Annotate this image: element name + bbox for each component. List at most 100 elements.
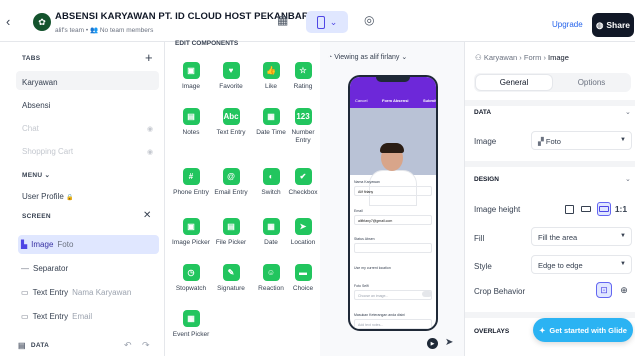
chevron-down-icon[interactable]: ⌄ xyxy=(625,175,631,183)
component-rating[interactable]: ☆ Rating xyxy=(283,62,323,91)
panel-tabs: General Options xyxy=(474,73,631,92)
height-wide-option[interactable] xyxy=(579,202,593,216)
crop-center-option[interactable]: ⊕ xyxy=(616,282,632,298)
phone-field-input[interactable]: Alif firlany xyxy=(354,186,432,196)
fill-label: Fill xyxy=(474,234,485,243)
phone-notch xyxy=(376,77,410,82)
phone-field-input[interactable]: Add text notes... xyxy=(354,319,432,329)
upgrade-link[interactable]: Upgrade xyxy=(552,20,583,29)
component-number-entry[interactable]: 123 Number Entry xyxy=(283,108,323,145)
component-signature[interactable]: ✎ Signature xyxy=(211,264,251,293)
ratio-option[interactable]: 1:1 xyxy=(614,202,628,216)
phone-title: Form Absensi xyxy=(382,98,409,103)
component-favorite[interactable]: ♥ Favorite xyxy=(211,62,251,91)
sparkle-icon: ✦ xyxy=(539,325,546,335)
redo-icon[interactable]: ↷ xyxy=(142,340,150,351)
left-sidebar: TABS + Karyawan Absensi Chat ◉ Shopping … xyxy=(0,42,165,356)
component-event-picker[interactable]: ▦ Event Picker xyxy=(171,310,211,339)
text-entry-icon: ▭ xyxy=(21,312,29,321)
component-label: Location xyxy=(290,239,316,246)
settings-icon[interactable]: ◎ xyxy=(364,13,374,27)
chevron-down-icon: ▼ xyxy=(620,261,626,267)
style-select[interactable]: Edge to edge ▼ xyxy=(531,255,632,274)
tab-item-chat[interactable]: Chat xyxy=(22,124,39,133)
phone-submit[interactable]: Submit xyxy=(423,98,436,103)
menu-item-user-profile[interactable]: User Profile 🔒 xyxy=(22,192,74,201)
crosshair-icon: ⊕ xyxy=(620,284,628,295)
checkbox-icon: ✔ xyxy=(294,168,312,185)
play-icon[interactable]: ▶ xyxy=(427,338,438,349)
close-icon[interactable]: ✕ xyxy=(143,210,151,221)
phone-preview[interactable]: Cancel Form Absensi Submit Nama Karyawan… xyxy=(348,75,438,331)
profile-photo[interactable] xyxy=(350,108,436,206)
share-button[interactable]: ◍ Share xyxy=(592,13,634,37)
phone-cancel[interactable]: Cancel xyxy=(355,98,367,103)
favorite-icon: ♥ xyxy=(222,62,240,79)
height-wide-selected-option[interactable] xyxy=(596,202,611,216)
component-phone-entry[interactable]: # Phone Entry xyxy=(171,168,211,197)
component-file-picker[interactable]: ▤ File Picker xyxy=(211,218,251,247)
component-choice[interactable]: ▬ Choice xyxy=(283,264,323,293)
height-square-option[interactable] xyxy=(562,202,576,216)
viewing-as-dropdown[interactable]: ◔ Viewing as alif firlany ⌄ xyxy=(328,53,407,61)
add-tab-plus-icon[interactable]: + xyxy=(145,50,153,65)
location-switch[interactable] xyxy=(422,291,432,297)
phone-field-label: Foto Selfi xyxy=(354,284,369,288)
screen-item-image[interactable]: ▙ Image Foto xyxy=(18,235,159,254)
notes-icon: ▤ xyxy=(182,108,200,125)
phone-field-label: Nama Karyawan xyxy=(354,180,380,184)
hidden-eye-icon[interactable]: ◉ xyxy=(147,148,153,156)
tab-item-karyawan[interactable]: Karyawan xyxy=(22,78,58,87)
preview-canvas: ◔ Viewing as alif firlany ⌄ Cancel Form … xyxy=(320,42,465,356)
component-label: Checkbox xyxy=(288,189,318,196)
components-heading: EDIT COMPONENTS xyxy=(175,40,239,47)
tab-general[interactable]: General xyxy=(476,75,552,90)
component-label: Favorite xyxy=(219,83,243,90)
team-members-icon: 👥 xyxy=(89,27,99,34)
component-email-entry[interactable]: @ Email Entry xyxy=(211,168,251,197)
data-grid-icon[interactable]: ▦ xyxy=(277,13,288,27)
chevron-down-icon[interactable]: ⌄ xyxy=(625,108,631,116)
component-label: Image xyxy=(181,83,201,90)
screen-item-text-entry-email[interactable]: ▭ Text Entry Email xyxy=(18,307,159,326)
phone-field-input[interactable]: alifirlany7@gmail.com xyxy=(354,215,432,225)
image-source-select[interactable]: ▞ Foto ▼ xyxy=(531,131,632,150)
component-label: Rating xyxy=(293,83,313,90)
chevron-down-icon: ⌄ xyxy=(44,172,51,179)
choice-icon: ▬ xyxy=(294,264,312,281)
like-icon: 👍 xyxy=(262,62,280,79)
back-chevron-icon[interactable]: ‹ xyxy=(6,14,10,29)
component-text-entry[interactable]: Abc Text Entry xyxy=(211,108,251,137)
tab-item-shopping-cart[interactable]: Shopping Cart xyxy=(22,147,73,156)
separator-icon: — xyxy=(21,264,29,273)
screen-item-text-entry-nama[interactable]: ▭ Text Entry Nama Karyawan xyxy=(18,283,159,302)
component-label: Signature xyxy=(217,285,245,292)
component-notes[interactable]: ▤ Notes xyxy=(171,108,211,137)
phone-field-input[interactable] xyxy=(354,243,432,253)
data-heading: DATA xyxy=(474,109,492,116)
phone-entry-icon: # xyxy=(182,168,200,185)
tab-item-absensi[interactable]: Absensi xyxy=(22,101,50,110)
component-location[interactable]: ➤ Location xyxy=(283,218,323,247)
tab-options[interactable]: Options xyxy=(554,75,629,90)
chevron-down-icon: ▼ xyxy=(620,137,626,143)
cursor-pointer-icon[interactable]: ➤ xyxy=(445,337,453,348)
component-checkbox[interactable]: ✔ Checkbox xyxy=(283,168,323,197)
overlays-heading: OVERLAYS xyxy=(474,328,510,335)
component-label: Choice xyxy=(292,285,314,292)
image-picker-icon: ▣ xyxy=(182,218,200,235)
screen-item-separator[interactable]: — Separator xyxy=(18,259,159,278)
undo-icon[interactable]: ↶ xyxy=(124,340,132,351)
component-image[interactable]: ▣ Image xyxy=(171,62,211,91)
fill-select[interactable]: Fill the area ▼ xyxy=(531,227,632,246)
phone-field-input[interactable]: Choose an image... xyxy=(354,290,432,300)
component-image-picker[interactable]: ▣ Image Picker xyxy=(171,218,211,247)
text-entry-icon: ▭ xyxy=(21,288,29,297)
file-picker-icon: ▤ xyxy=(222,218,240,235)
hidden-eye-icon[interactable]: ◉ xyxy=(147,125,153,133)
device-toggle[interactable]: ⌄ xyxy=(306,11,348,33)
get-started-glide-button[interactable]: ✦ Get started with Glide xyxy=(533,318,633,342)
style-label: Style xyxy=(474,262,492,271)
component-stopwatch[interactable]: ◷ Stopwatch xyxy=(171,264,211,293)
crop-face-option[interactable]: ⊡ xyxy=(596,282,612,298)
